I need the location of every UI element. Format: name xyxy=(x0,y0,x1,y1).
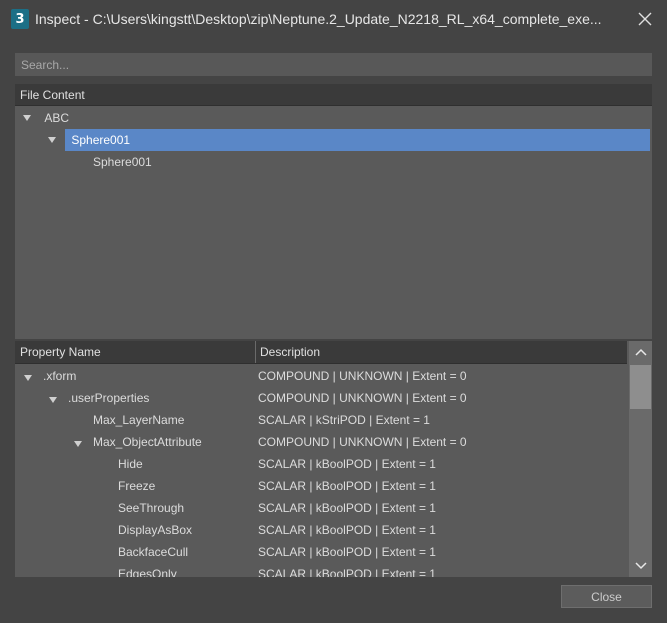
property-name: Max_ObjectAttribute xyxy=(93,435,202,449)
property-table-header: Property Name Description xyxy=(15,341,627,364)
property-name: Max_LayerName xyxy=(93,413,185,427)
table-row[interactable]: EdgesOnly SCALAR | kBoolPOD | Extent = 1 xyxy=(15,563,627,577)
table-row[interactable]: Hide SCALAR | kBoolPOD | Extent = 1 xyxy=(15,453,627,475)
property-table: Property Name Description .xform COMPOUN… xyxy=(15,341,652,577)
property-description: COMPOUND | UNKNOWN | Extent = 0 xyxy=(258,369,467,383)
tree-item-abc[interactable]: ABC xyxy=(23,107,69,129)
expand-arrow-icon[interactable] xyxy=(49,397,57,403)
file-content-header: File Content xyxy=(15,84,652,106)
table-row[interactable]: Max_LayerName SCALAR | kStriPOD | Extent… xyxy=(15,409,627,431)
close-icon xyxy=(638,12,652,26)
window-close-button[interactable] xyxy=(632,6,658,32)
property-name: EdgesOnly xyxy=(118,567,177,577)
property-name: .xform xyxy=(43,369,77,383)
property-description: COMPOUND | UNKNOWN | Extent = 0 xyxy=(258,435,467,449)
tree-item-label: Sphere001 xyxy=(71,133,131,147)
column-header-property-name[interactable]: Property Name xyxy=(15,341,101,363)
property-description: SCALAR | kBoolPOD | Extent = 1 xyxy=(258,501,436,515)
tree-item-sphere001-group[interactable]: Sphere001 xyxy=(48,129,130,151)
tree-item-sphere001-mesh[interactable]: Sphere001 xyxy=(93,151,152,173)
property-name: DisplayAsBox xyxy=(118,523,193,537)
table-row[interactable]: .xform COMPOUND | UNKNOWN | Extent = 0 xyxy=(15,365,627,387)
close-button[interactable]: Close xyxy=(561,585,652,608)
expand-arrow-icon[interactable] xyxy=(48,136,56,143)
property-name: BackfaceCull xyxy=(118,545,189,559)
scroll-down-button[interactable] xyxy=(629,555,652,577)
expand-arrow-icon[interactable] xyxy=(74,441,82,447)
table-row[interactable]: SeeThrough SCALAR | kBoolPOD | Extent = … xyxy=(15,497,627,519)
property-name: Freeze xyxy=(118,479,156,493)
tree-item-label: Sphere001 xyxy=(93,155,152,169)
table-row[interactable]: Freeze SCALAR | kBoolPOD | Extent = 1 xyxy=(15,475,627,497)
search-input[interactable] xyxy=(15,53,652,76)
property-name: SeeThrough xyxy=(118,501,185,515)
property-name: Hide xyxy=(118,457,143,471)
property-description: SCALAR | kBoolPOD | Extent = 1 xyxy=(258,545,436,559)
expand-arrow-icon[interactable] xyxy=(23,114,31,121)
tree-item-label: ABC xyxy=(44,111,70,125)
property-description: SCALAR | kBoolPOD | Extent = 1 xyxy=(258,523,436,537)
property-description: SCALAR | kStriPOD | Extent = 1 xyxy=(258,413,430,427)
table-row[interactable]: .userProperties COMPOUND | UNKNOWN | Ext… xyxy=(15,387,627,409)
title-bar: 3 Inspect - C:\Users\kingstt\Desktop\zip… xyxy=(0,0,667,38)
property-description: SCALAR | kBoolPOD | Extent = 1 xyxy=(258,457,436,471)
chevron-up-icon xyxy=(634,348,647,356)
column-header-description[interactable]: Description xyxy=(255,341,320,363)
file-content-panel: File Content ABC Sphere001 Sphere001 xyxy=(15,84,652,339)
property-description: SCALAR | kBoolPOD | Extent = 1 xyxy=(258,479,436,493)
table-row[interactable]: DisplayAsBox SCALAR | kBoolPOD | Extent … xyxy=(15,519,627,541)
scroll-up-button[interactable] xyxy=(629,341,652,363)
vertical-scrollbar[interactable] xyxy=(629,341,652,577)
tree-selection-highlight xyxy=(65,129,650,151)
scrollbar-thumb[interactable] xyxy=(630,365,651,409)
window-title: Inspect - C:\Users\kingstt\Desktop\zip\N… xyxy=(35,11,602,27)
chevron-down-icon xyxy=(634,562,647,570)
table-row[interactable]: Max_ObjectAttribute COMPOUND | UNKNOWN |… xyxy=(15,431,627,453)
expand-arrow-icon[interactable] xyxy=(24,375,32,381)
property-description: SCALAR | kBoolPOD | Extent = 1 xyxy=(258,567,436,577)
property-description: COMPOUND | UNKNOWN | Extent = 0 xyxy=(258,391,467,405)
table-row[interactable]: BackfaceCull SCALAR | kBoolPOD | Extent … xyxy=(15,541,627,563)
app-icon: 3 xyxy=(11,9,29,29)
property-name: .userProperties xyxy=(68,391,150,405)
